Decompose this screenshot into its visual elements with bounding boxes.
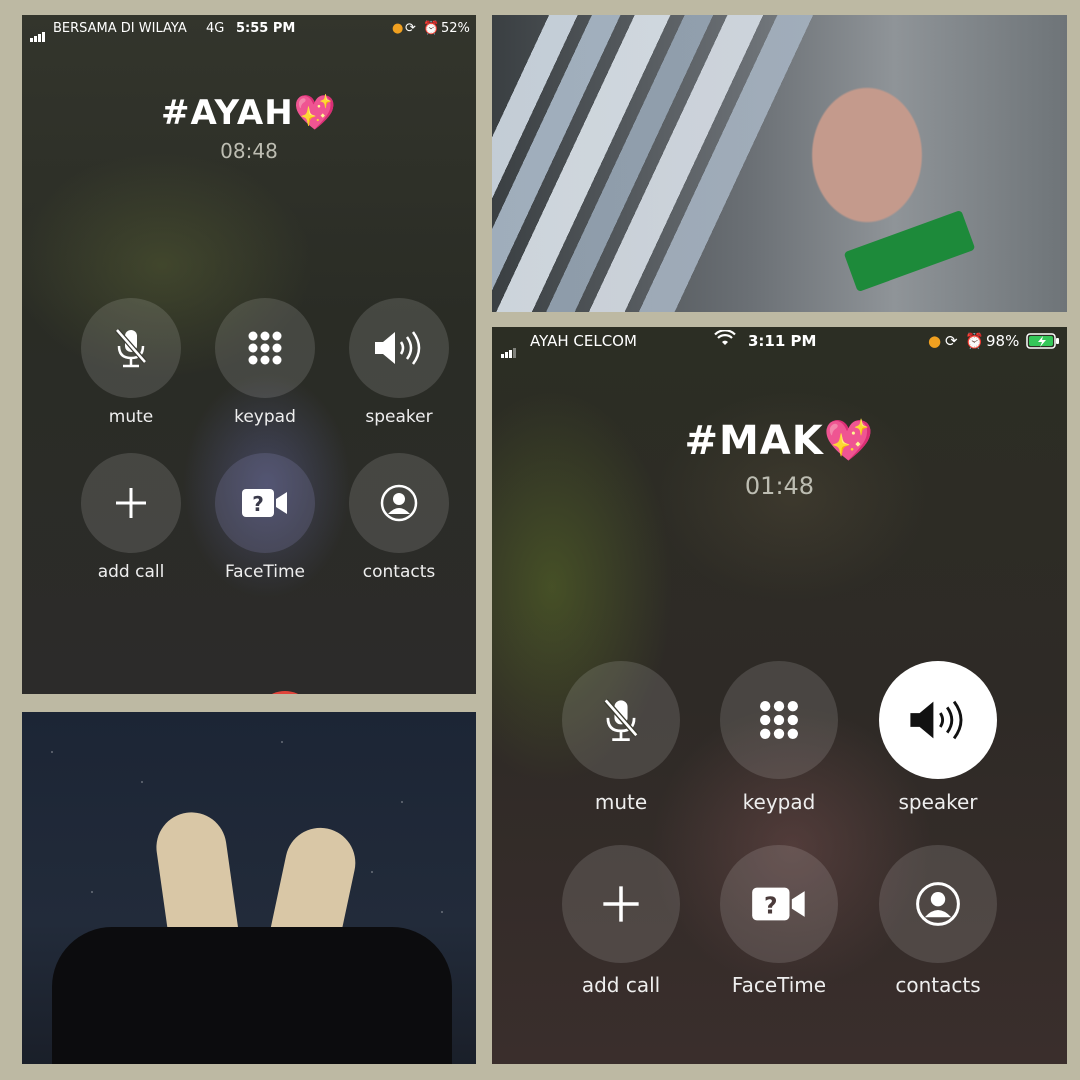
facetime-icon: ?	[752, 887, 805, 921]
add-call-button[interactable]	[562, 845, 680, 963]
alarm-icon: ⏰	[423, 21, 440, 36]
call-screen-ayah: BERSAMA DI WILAYA 4G 5:55 PM ● ⟳ ⏰ 52% #…	[22, 15, 476, 694]
end-call-button[interactable]	[255, 691, 315, 694]
network-type: 4G	[206, 21, 225, 36]
alarm-icon: ⏰	[965, 332, 984, 350]
carrier-name: BERSAMA DI WILAYA	[53, 21, 187, 36]
speaker-button[interactable]	[879, 661, 997, 779]
contacts-label: contacts	[362, 562, 436, 582]
facetime-icon: ?	[242, 489, 287, 517]
facetime-label: FaceTime	[731, 973, 827, 997]
mute-button[interactable]	[81, 298, 181, 398]
facetime-button[interactable]: ?	[215, 453, 315, 553]
facetime-button[interactable]: ?	[720, 845, 838, 963]
mute-label: mute	[108, 407, 154, 427]
facetime-label: FaceTime	[224, 562, 306, 582]
status-bar: AYAH CELCOM 3:11 PM ● ⟳ ⏰ 98%	[492, 327, 1067, 358]
lock-rotation-icon: ⟳	[945, 332, 958, 350]
speaker-label: speaker	[898, 790, 978, 814]
green-wristband	[843, 209, 976, 293]
contacts-icon	[380, 484, 418, 522]
battery-charging-icon	[1026, 333, 1060, 353]
mic-dot-icon: ●	[392, 21, 404, 36]
wifi-icon	[714, 329, 736, 350]
photo-feathers-hand	[492, 15, 1067, 312]
mic-slash-icon	[603, 698, 639, 741]
mic-slash-icon	[115, 328, 147, 368]
speaker-icon	[910, 700, 963, 740]
status-bar: BERSAMA DI WILAYA 4G 5:55 PM ● ⟳ ⏰ 52%	[22, 15, 476, 42]
call-timer: 08:48	[220, 139, 278, 163]
call-timer: 01:48	[744, 472, 815, 500]
mic-dot-icon: ●	[928, 332, 942, 350]
contacts-button[interactable]	[349, 453, 449, 553]
lock-rotation-icon: ⟳	[405, 21, 416, 36]
contacts-label: contacts	[895, 973, 981, 997]
battery-percent: 52%	[441, 21, 470, 36]
contacts-button[interactable]	[879, 845, 997, 963]
speaker-label: speaker	[365, 407, 433, 427]
plus-icon	[116, 488, 146, 518]
keypad-icon	[248, 331, 282, 365]
add-call-label: add call	[581, 973, 661, 997]
carrier-name: AYAH CELCOM	[530, 332, 637, 350]
speaker-button[interactable]	[349, 298, 449, 398]
keypad-button[interactable]	[215, 298, 315, 398]
legs-silhouette	[52, 927, 452, 1064]
photo-shoes-starry	[22, 712, 476, 1064]
contact-name: #AYAH💖	[160, 93, 338, 133]
add-call-label: add call	[97, 562, 165, 582]
plus-icon	[603, 886, 639, 922]
speaker-icon	[375, 331, 421, 365]
mute-button[interactable]	[562, 661, 680, 779]
svg-text:?: ?	[252, 492, 264, 516]
keypad-button[interactable]	[720, 661, 838, 779]
keypad-label: keypad	[742, 790, 816, 814]
mute-label: mute	[594, 790, 648, 814]
contacts-icon	[916, 882, 960, 926]
status-time: 5:55 PM	[236, 21, 296, 36]
call-screen-mak: AYAH CELCOM 3:11 PM ● ⟳ ⏰ 98% #MAK💖 01:4…	[492, 327, 1067, 1064]
contact-name: #MAK💖	[684, 418, 875, 464]
svg-text:?: ?	[764, 891, 778, 919]
battery-percent: 98%	[986, 332, 1020, 350]
add-call-button[interactable]	[81, 453, 181, 553]
keypad-icon	[760, 701, 798, 739]
status-time: 3:11 PM	[748, 332, 817, 350]
keypad-label: keypad	[234, 407, 296, 427]
